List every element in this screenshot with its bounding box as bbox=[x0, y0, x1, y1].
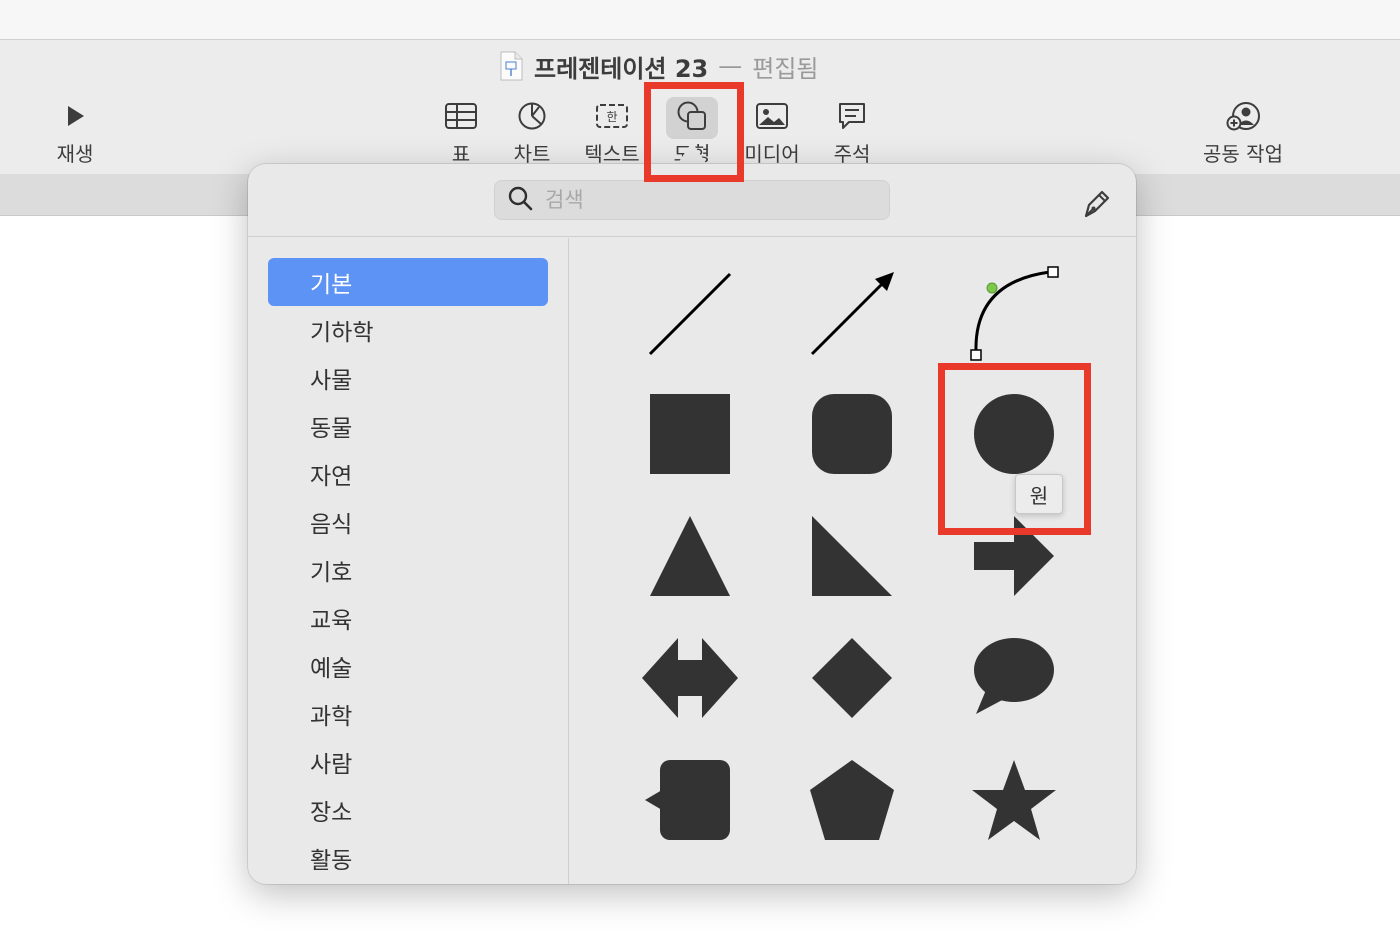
chart-button[interactable]: 차트 bbox=[492, 96, 572, 168]
shape-grid bbox=[570, 238, 1136, 884]
text-box-icon: 한 bbox=[592, 96, 632, 136]
shape-square[interactable] bbox=[640, 384, 740, 484]
category-item-people[interactable]: 사람 bbox=[268, 738, 548, 786]
pie-chart-icon bbox=[512, 96, 552, 136]
comment-button[interactable]: 주석 bbox=[812, 96, 892, 168]
text-button[interactable]: 한 텍스트 bbox=[572, 96, 652, 168]
shape-diamond[interactable] bbox=[802, 628, 902, 728]
table-button[interactable]: 표 bbox=[421, 96, 501, 168]
popover-arrow bbox=[676, 142, 708, 166]
collaborate-button[interactable]: 공동 작업 bbox=[1193, 96, 1293, 168]
category-item-basic[interactable]: 기본 bbox=[268, 258, 548, 306]
search-field[interactable] bbox=[494, 180, 890, 220]
category-item-science[interactable]: 과학 bbox=[268, 690, 548, 738]
category-item-food[interactable]: 음식 bbox=[268, 498, 548, 546]
category-item-activities[interactable]: 활동 bbox=[268, 834, 548, 882]
comment-icon bbox=[832, 96, 872, 136]
shape-circle[interactable] bbox=[964, 384, 1064, 484]
table-label: 표 bbox=[451, 142, 471, 166]
play-label: 재생 bbox=[56, 142, 94, 166]
shape-pentagon[interactable] bbox=[802, 750, 902, 850]
photo-icon bbox=[752, 96, 792, 136]
edit-status: 편집됨 bbox=[752, 54, 819, 83]
shape-rounded-square[interactable] bbox=[802, 384, 902, 484]
shape-tooltip: 원 bbox=[1015, 474, 1063, 514]
shape-triangle[interactable] bbox=[640, 506, 740, 606]
comment-label: 주석 bbox=[833, 142, 871, 166]
shape-double-arrow[interactable] bbox=[640, 628, 740, 728]
pen-icon bbox=[1084, 190, 1110, 218]
text-label: 텍스트 bbox=[584, 142, 640, 166]
shape-curve[interactable] bbox=[964, 262, 1064, 362]
category-item-animals[interactable]: 동물 bbox=[268, 402, 548, 450]
window-top-area bbox=[0, 0, 1400, 40]
document-name: 프레젠테이션 23 bbox=[534, 54, 709, 83]
search-input[interactable] bbox=[545, 188, 865, 212]
shape-star[interactable] bbox=[964, 750, 1064, 850]
play-button[interactable]: 재생 bbox=[35, 96, 115, 168]
category-sidebar: 기본 기하학 사물 동물 자연 음식 기호 교육 예술 과학 사람 장소 활동 bbox=[248, 238, 569, 884]
category-item-arts[interactable]: 예술 bbox=[268, 642, 548, 690]
media-label: 미디어 bbox=[744, 142, 800, 166]
shape-icon bbox=[672, 96, 712, 136]
collaborate-label: 공동 작업 bbox=[1203, 142, 1283, 166]
svg-text:한: 한 bbox=[606, 110, 617, 124]
search-icon bbox=[507, 185, 533, 215]
category-item-symbols[interactable]: 기호 bbox=[268, 546, 548, 594]
table-icon bbox=[441, 96, 481, 136]
shape-speech-bubble[interactable] bbox=[964, 628, 1064, 728]
shape-right-triangle[interactable] bbox=[802, 506, 902, 606]
category-item-geometry[interactable]: 기하학 bbox=[268, 306, 548, 354]
category-item-places[interactable]: 장소 bbox=[268, 786, 548, 834]
popover-header bbox=[248, 164, 1136, 237]
play-icon bbox=[55, 96, 95, 136]
shape-library-popover: 기본 기하학 사물 동물 자연 음식 기호 교육 예술 과학 사람 장소 활동 bbox=[248, 164, 1136, 884]
window-title: 프레젠테이션 23 — 편집됨 bbox=[498, 50, 819, 83]
document-icon bbox=[498, 51, 524, 81]
chart-label: 차트 bbox=[513, 142, 551, 166]
category-item-nature[interactable]: 자연 bbox=[268, 450, 548, 498]
title-separator: — bbox=[718, 52, 743, 80]
category-item-objects[interactable]: 사물 bbox=[268, 354, 548, 402]
category-item-education[interactable]: 교육 bbox=[268, 594, 548, 642]
media-button[interactable]: 미디어 bbox=[732, 96, 812, 168]
draw-with-pen-button[interactable] bbox=[1080, 186, 1114, 220]
shape-arrow-line[interactable] bbox=[802, 262, 902, 362]
shape-line[interactable] bbox=[640, 262, 740, 362]
shape-arrow-right[interactable] bbox=[964, 506, 1064, 606]
collaborate-icon bbox=[1223, 96, 1263, 136]
shape-callout-square[interactable] bbox=[640, 750, 740, 850]
